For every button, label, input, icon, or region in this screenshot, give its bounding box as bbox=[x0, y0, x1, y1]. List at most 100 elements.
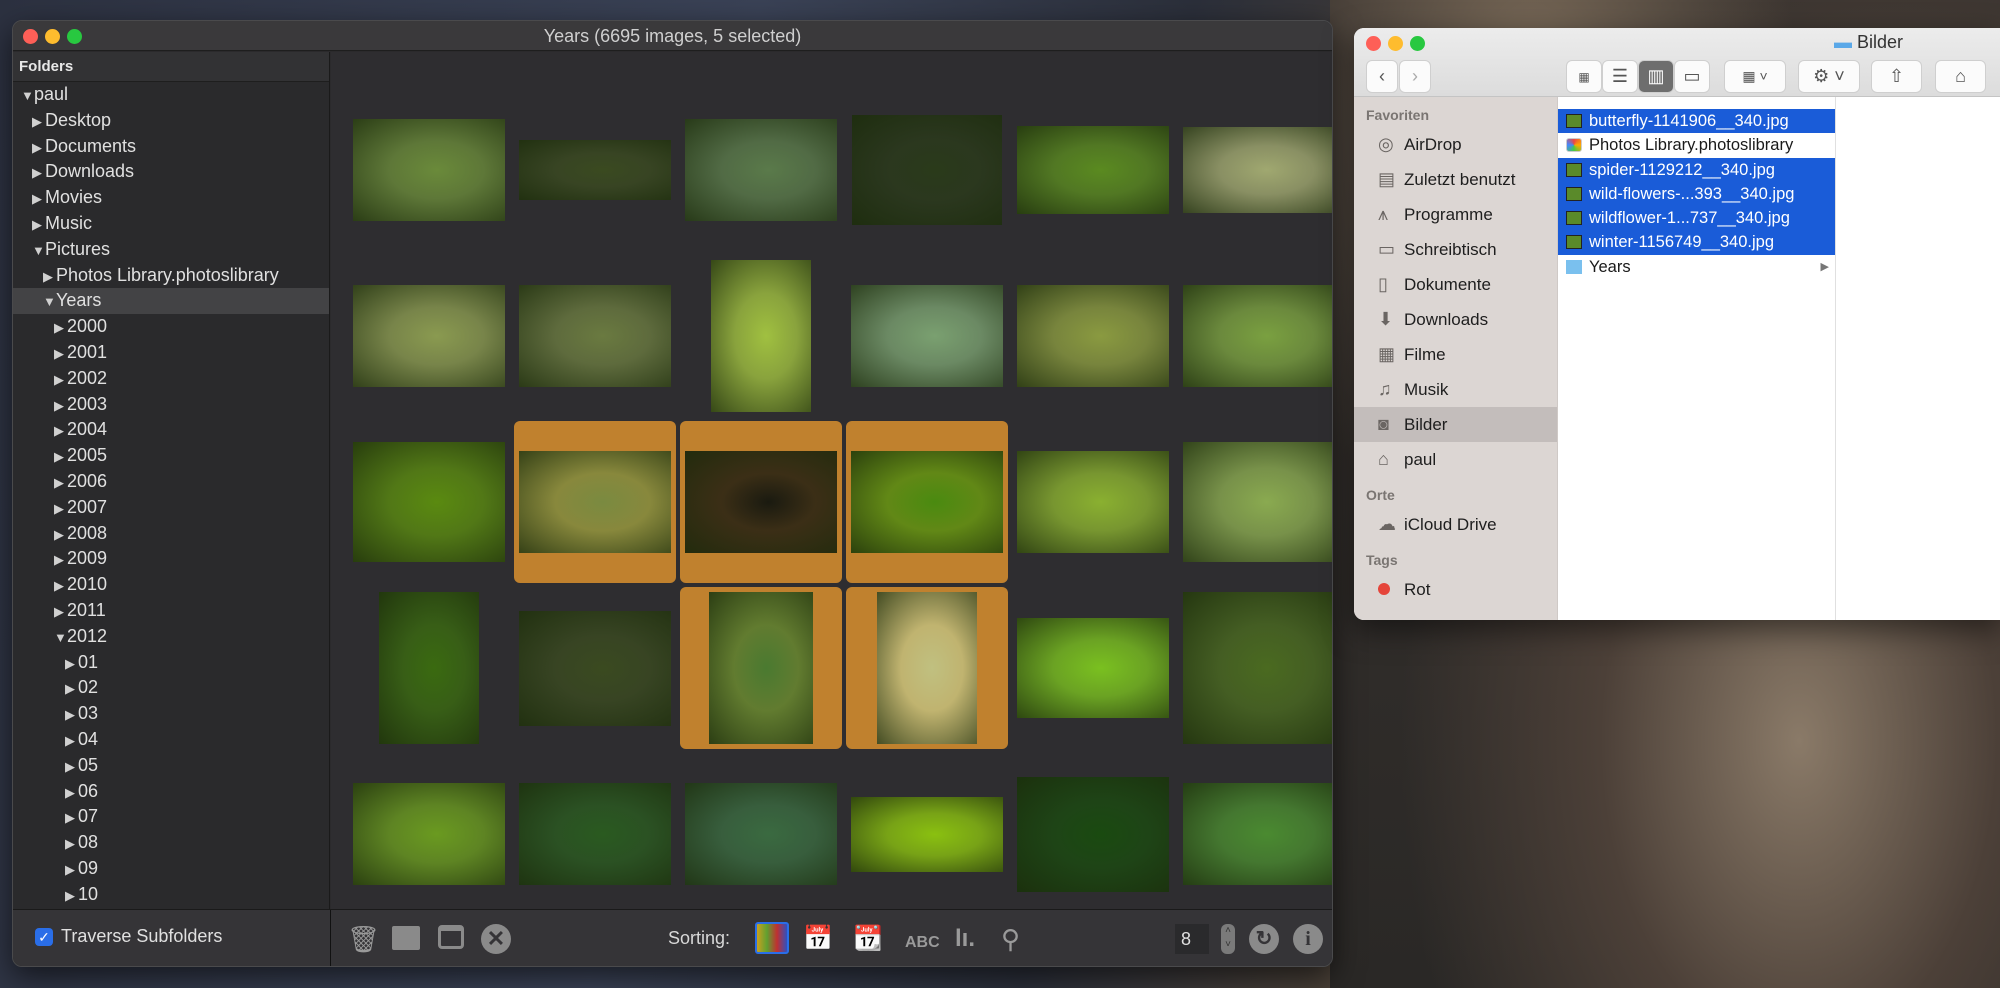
sidebar-item-airdrop[interactable]: ◎ AirDrop bbox=[1354, 127, 1557, 162]
tag-button[interactable]: ⌂ bbox=[1935, 60, 1986, 93]
list-view-button[interactable]: ☰ bbox=[1602, 60, 1638, 93]
folder-tree-item[interactable]: ▶ 2011 bbox=[13, 598, 329, 624]
folder-tree-item[interactable]: ▶ 2002 bbox=[13, 366, 329, 392]
sidebar-item-paul[interactable]: ⌂ paul bbox=[1354, 442, 1557, 477]
column-view-button[interactable]: ▥ bbox=[1638, 60, 1674, 93]
file-row[interactable]: butterfly-1141906__340.jpg bbox=[1558, 109, 1835, 134]
folder-tree-item[interactable]: ▶ Documents bbox=[13, 134, 329, 160]
disclosure-open-icon[interactable]: ▼ bbox=[32, 238, 45, 264]
sidebar-item-musik[interactable]: ♫ Musik bbox=[1354, 372, 1557, 407]
finder-close-button[interactable] bbox=[1366, 36, 1381, 51]
disclosure-open-icon[interactable]: ▼ bbox=[54, 625, 67, 651]
folder-tree-item[interactable]: ▶ 10 bbox=[13, 882, 329, 908]
info-icon[interactable]: i bbox=[1293, 924, 1323, 954]
folder-tree-item[interactable]: ▶ 2001 bbox=[13, 340, 329, 366]
disclosure-closed-icon[interactable]: ▶ bbox=[65, 728, 78, 754]
sidebar-item-filme[interactable]: ▦ Filme bbox=[1354, 337, 1557, 372]
disclosure-closed-icon[interactable]: ▶ bbox=[54, 418, 67, 444]
action-gear-button[interactable]: ⚙ ˅ bbox=[1798, 60, 1860, 93]
folder-tree-item[interactable]: ▼Pictures bbox=[13, 237, 329, 263]
thumbnail-cell[interactable] bbox=[348, 255, 510, 417]
folder-tree-item[interactable]: ▶ 03 bbox=[13, 701, 329, 727]
finder-minimize-button[interactable] bbox=[1388, 36, 1403, 51]
thumbnail-cell[interactable] bbox=[846, 587, 1008, 749]
thumbnail-cell[interactable] bbox=[1178, 421, 1332, 583]
disclosure-closed-icon[interactable]: ▶ bbox=[54, 496, 67, 522]
folder-tree-item[interactable]: ▶ Photos Library.photoslibrary bbox=[13, 263, 329, 289]
thumbnail-cell[interactable] bbox=[514, 255, 676, 417]
disclosure-open-icon[interactable]: ▼ bbox=[43, 289, 56, 315]
thumbnail-cell[interactable] bbox=[846, 89, 1008, 251]
disclosure-closed-icon[interactable]: ▶ bbox=[54, 315, 67, 341]
back-button[interactable]: ‹ bbox=[1366, 60, 1398, 93]
folder-tree-item[interactable]: ▶ 06 bbox=[13, 779, 329, 805]
file-row[interactable]: wild-flowers-...393__340.jpg bbox=[1558, 181, 1835, 207]
folder-tree-item[interactable]: ▶ 2009 bbox=[13, 546, 329, 572]
thumbnail-cell[interactable] bbox=[1178, 89, 1332, 251]
folder-tree-item[interactable]: ▶ 08 bbox=[13, 830, 329, 856]
folder-tree-item[interactable]: ▶ 2000 bbox=[13, 314, 329, 340]
folder-tree-item[interactable]: ▶ 2003 bbox=[13, 392, 329, 418]
disclosure-closed-icon[interactable]: ▶ bbox=[54, 547, 67, 573]
thumbnail-cell[interactable] bbox=[1178, 753, 1332, 909]
sidebar-item-icloud-drive[interactable]: ☁ iCloud Drive bbox=[1354, 507, 1557, 542]
disclosure-closed-icon[interactable]: ▶ bbox=[32, 160, 45, 186]
search-icon[interactable]: ⚲ bbox=[1001, 924, 1020, 954]
folder-tree-item[interactable]: ▶ 07 bbox=[13, 804, 329, 830]
thumbnail-cell[interactable] bbox=[514, 753, 676, 909]
thumbnail-cell[interactable] bbox=[1012, 89, 1174, 251]
trash-icon[interactable]: 🗑 bbox=[347, 924, 380, 954]
folder-tree-item[interactable]: ▶ 2008 bbox=[13, 521, 329, 547]
disclosure-closed-icon[interactable]: ▶ bbox=[65, 676, 78, 702]
file-row[interactable]: winter-1156749__340.jpg bbox=[1558, 230, 1835, 255]
thumbnail-cell[interactable] bbox=[1012, 587, 1174, 749]
minimize-button[interactable] bbox=[45, 29, 60, 44]
thumbnail-cell[interactable] bbox=[680, 421, 842, 583]
folder-tree-item[interactable]: ▶ 09 bbox=[13, 856, 329, 882]
sidebar-item-downloads[interactable]: ⬇ Downloads bbox=[1354, 302, 1557, 337]
disclosure-closed-icon[interactable]: ▶ bbox=[54, 470, 67, 496]
folder-tree-item[interactable]: ▶ 05 bbox=[13, 753, 329, 779]
folder-tree-item[interactable]: ▶ 2010 bbox=[13, 572, 329, 598]
disclosure-closed-icon[interactable]: ▶ bbox=[32, 186, 45, 212]
columns-field[interactable]: 8 bbox=[1175, 924, 1209, 954]
forward-button[interactable]: › bbox=[1399, 60, 1431, 93]
disclosure-closed-icon[interactable]: ▶ bbox=[43, 264, 56, 290]
thumbnail-cell[interactable] bbox=[1012, 421, 1174, 583]
sidebar-item-schreibtisch[interactable]: ▭ Schreibtisch bbox=[1354, 232, 1557, 267]
close-circle-icon[interactable]: ✕ bbox=[481, 924, 511, 954]
color-sort-icon[interactable] bbox=[755, 922, 789, 954]
disclosure-closed-icon[interactable]: ▶ bbox=[54, 367, 67, 393]
columns-stepper[interactable]: ˄ ˅ bbox=[1221, 924, 1235, 954]
sidebar-item-programme[interactable]: ⩚ Programme bbox=[1354, 197, 1557, 232]
sidebar-item-zuletzt-benutzt[interactable]: ▤ Zuletzt benutzt bbox=[1354, 162, 1557, 197]
gallery-view-button[interactable]: ▭ bbox=[1674, 60, 1710, 93]
size-sort-icon[interactable]: lı. bbox=[955, 924, 975, 954]
file-row[interactable]: Photos Library.photoslibrary bbox=[1558, 133, 1835, 157]
thumbnail-cell[interactable] bbox=[846, 255, 1008, 417]
disclosure-closed-icon[interactable]: ▶ bbox=[54, 599, 67, 625]
thumbnail-cell[interactable] bbox=[1178, 587, 1332, 749]
refresh-icon[interactable]: ↻ bbox=[1249, 924, 1279, 954]
disclosure-closed-icon[interactable]: ▶ bbox=[54, 341, 67, 367]
disclosure-closed-icon[interactable]: ▶ bbox=[32, 212, 45, 238]
folder-tree-item[interactable]: ▶ 04 bbox=[13, 727, 329, 753]
folder-tree-item[interactable]: ▶ 2005 bbox=[13, 443, 329, 469]
finder-zoom-button[interactable] bbox=[1410, 36, 1425, 51]
disclosure-closed-icon[interactable]: ▶ bbox=[65, 857, 78, 883]
date-edit-icon[interactable]: 📆 bbox=[853, 924, 883, 954]
folder-tree-item[interactable]: ▼2012 bbox=[13, 624, 329, 650]
thumbnail-cell[interactable] bbox=[514, 421, 676, 583]
disclosure-closed-icon[interactable]: ▶ bbox=[54, 393, 67, 419]
close-button[interactable] bbox=[23, 29, 38, 44]
date-camera-icon[interactable]: 📅 bbox=[803, 924, 833, 954]
sidebar-item-bilder[interactable]: ◙ Bilder bbox=[1354, 407, 1557, 442]
thumbnail-cell[interactable] bbox=[680, 89, 842, 251]
thumbnail-cell[interactable] bbox=[348, 89, 510, 251]
disclosure-closed-icon[interactable]: ▶ bbox=[65, 702, 78, 728]
file-row[interactable]: Years ▶ bbox=[1558, 255, 1835, 279]
disclosure-closed-icon[interactable]: ▶ bbox=[54, 444, 67, 470]
abc-sort-icon[interactable]: ABC bbox=[905, 928, 940, 958]
disclosure-closed-icon[interactable]: ▶ bbox=[65, 780, 78, 806]
sidebar-item-rot[interactable]: Rot bbox=[1354, 572, 1557, 607]
